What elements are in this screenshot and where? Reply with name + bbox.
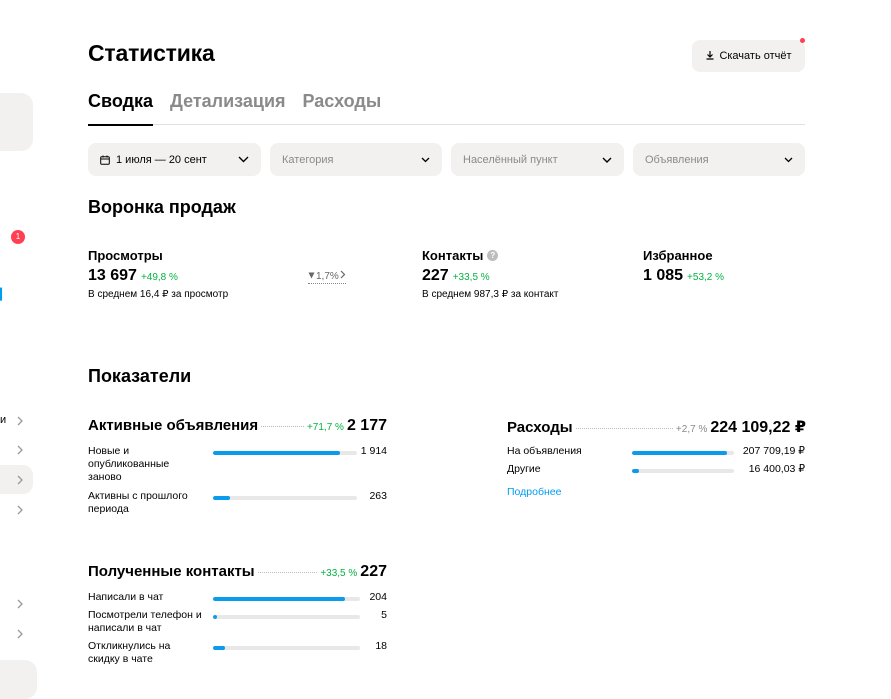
sidebar-badge: 1 bbox=[11, 230, 25, 244]
filter-funnel-icon bbox=[308, 271, 315, 282]
chevron-down-icon bbox=[421, 157, 430, 163]
contacts-row-label: Откликнулись на скидку в чате bbox=[88, 640, 171, 665]
contacts-header: Полученные контакты +33,5 % 227 bbox=[88, 563, 387, 581]
bar-fill bbox=[213, 496, 231, 500]
contacts-total: 227 bbox=[360, 563, 387, 580]
bar-fill bbox=[632, 451, 727, 455]
help-icon[interactable]: ? bbox=[487, 250, 499, 261]
metric-views-label: Просмотры bbox=[88, 248, 163, 263]
contacts-delta: +33,5 % bbox=[320, 568, 358, 579]
expenses-row-label: На объявления bbox=[507, 445, 582, 457]
metric-favorites-value: 1 085 bbox=[643, 267, 684, 284]
contacts-row-label: Написали в чат bbox=[88, 591, 164, 603]
dotted-leader bbox=[261, 426, 304, 427]
active-ads-header: Активные объявления +71,7 % 2 177 bbox=[88, 417, 387, 435]
conversion-rate-value: 1,7% bbox=[316, 270, 339, 282]
active-ads-delta: +71,7 % bbox=[306, 422, 344, 433]
bar-fill bbox=[213, 615, 218, 619]
tab-expenses[interactable]: Расходы bbox=[303, 90, 382, 125]
expenses-row-value: 207 709,19 ₽ bbox=[742, 445, 805, 457]
expenses-delta: +2,7 % bbox=[675, 424, 708, 435]
metric-views: Просмотры 13 697 +49,8 % В среднем 16,4 … bbox=[88, 248, 228, 300]
expenses-header: Расходы +2,7 % 224 109,22 ₽ bbox=[507, 417, 806, 437]
date-range-label: 1 июля — 20 сент bbox=[116, 153, 207, 166]
date-range-filter[interactable]: 1 июля — 20 сент bbox=[88, 143, 261, 176]
dotted-leader bbox=[257, 572, 318, 573]
chevron-right-icon[interactable] bbox=[17, 505, 23, 515]
expenses-title: Расходы bbox=[507, 419, 573, 436]
active-ads-total: 2 177 bbox=[346, 417, 387, 434]
expenses-details-link[interactable]: Подробнее bbox=[507, 486, 561, 498]
active-ads-row-value: 1 914 bbox=[360, 445, 387, 457]
sidebar-fragment-text[interactable]: и bbox=[0, 414, 6, 426]
conversion-rate[interactable]: 1,7% bbox=[308, 270, 346, 284]
funnel-title: Воронка продаж bbox=[88, 197, 236, 217]
chevron-right-icon[interactable] bbox=[17, 629, 23, 639]
expenses-row-label: Другие bbox=[507, 463, 541, 475]
metric-views-sub: В среднем 16,4 ₽ за просмотр bbox=[88, 289, 229, 300]
locality-label: Населённый пункт bbox=[463, 153, 558, 166]
page-title: Статистика bbox=[88, 40, 215, 66]
expenses-row-value: 16 400,03 ₽ bbox=[748, 463, 805, 475]
metric-contacts-value: 227 bbox=[422, 267, 449, 284]
calendar-icon bbox=[100, 155, 110, 165]
active-ads-row-label: Активны с прошлого периода bbox=[88, 490, 188, 515]
chevron-right-icon[interactable] bbox=[17, 475, 23, 485]
tabs: Сводка Детализация Расходы bbox=[88, 90, 805, 126]
metric-contacts-label: Контакты bbox=[422, 248, 484, 263]
locality-filter[interactable]: Населённый пункт bbox=[451, 143, 624, 176]
metric-favorites-label: Избранное bbox=[643, 248, 713, 263]
chevron-right-icon[interactable] bbox=[17, 599, 23, 609]
tab-summary[interactable]: Сводка bbox=[88, 90, 154, 126]
contacts-row-label: Посмотрели телефон и написали в чат bbox=[88, 609, 202, 634]
metric-favorites-delta: +53,2 % bbox=[687, 272, 725, 283]
sidebar-card-bottom[interactable] bbox=[0, 660, 37, 699]
metric-views-value: 13 697 bbox=[88, 267, 137, 284]
chevron-down-icon bbox=[602, 157, 612, 163]
active-ads-title: Активные объявления bbox=[88, 417, 259, 434]
chevron-down-icon bbox=[784, 157, 793, 163]
ads-filter[interactable]: Объявления bbox=[633, 143, 805, 176]
bar-fill bbox=[213, 451, 340, 455]
metric-favorites: Избранное 1 085 +53,2 % bbox=[643, 248, 724, 285]
tab-details[interactable]: Детализация bbox=[170, 90, 286, 125]
chevron-down-icon bbox=[238, 156, 249, 163]
contacts-row-value: 18 bbox=[375, 640, 387, 652]
expenses-row-bar bbox=[632, 469, 734, 473]
category-label: Категория bbox=[282, 153, 334, 166]
sidebar-fragment[interactable]: ▎ bbox=[0, 288, 8, 301]
metric-contacts-delta: +33,5 % bbox=[452, 272, 490, 283]
chevron-right-icon bbox=[340, 270, 346, 282]
bar-fill bbox=[632, 469, 640, 473]
metric-contacts-sub: В среднем 987,3 ₽ за контакт bbox=[422, 289, 559, 300]
active-ads-row-value: 263 bbox=[369, 490, 387, 502]
notification-dot bbox=[800, 38, 805, 43]
dotted-leader bbox=[575, 428, 673, 429]
sidebar-card-top[interactable] bbox=[0, 93, 33, 151]
download-report-label: Скачать отчёт bbox=[719, 50, 792, 62]
metric-contacts: Контакты ? 227 +33,5 % В среднем 987,3 ₽… bbox=[422, 248, 558, 300]
chevron-right-icon[interactable] bbox=[17, 445, 23, 455]
category-filter[interactable]: Категория bbox=[270, 143, 442, 176]
bar-fill bbox=[213, 597, 346, 601]
expenses-total: 224 109,22 ₽ bbox=[710, 419, 806, 436]
chevron-right-icon[interactable] bbox=[17, 416, 23, 426]
download-icon bbox=[705, 50, 715, 63]
bar-fill bbox=[213, 646, 225, 650]
active-ads-row-label: Новые и опубликованные заново bbox=[88, 445, 170, 483]
expenses-row-bar bbox=[632, 451, 734, 455]
metric-views-delta: +49,8 % bbox=[140, 272, 178, 283]
ads-label: Объявления bbox=[645, 153, 709, 166]
contacts-row-value: 5 bbox=[381, 609, 387, 621]
contacts-title: Полученные контакты bbox=[88, 563, 255, 580]
indicators-title: Показатели bbox=[88, 366, 192, 386]
download-report-button[interactable]: Скачать отчёт bbox=[692, 38, 805, 72]
contacts-row-value: 204 bbox=[369, 591, 387, 603]
